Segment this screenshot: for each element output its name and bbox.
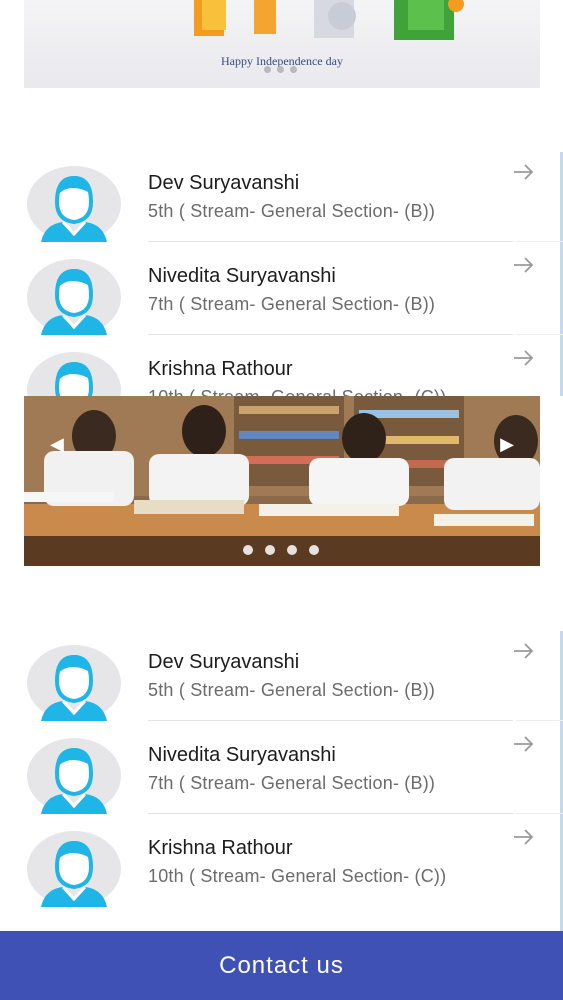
student-avatar-icon <box>27 738 121 814</box>
row-divider <box>516 813 563 814</box>
student-avatar-icon <box>27 166 121 242</box>
pager-dot[interactable] <box>287 545 297 555</box>
pager-dot[interactable] <box>309 545 319 555</box>
row-divider <box>148 813 513 814</box>
carousel-next-icon[interactable]: ▶ <box>500 434 514 455</box>
arrow-right-icon[interactable] <box>512 734 536 754</box>
student-list-second: Dev Suryavanshi 5th ( Stream- General Se… <box>0 631 563 931</box>
student-class-detail: 7th ( Stream- General Section- (B)) <box>148 294 436 314</box>
banner-pager[interactable] <box>264 66 297 73</box>
pager-dot[interactable] <box>277 66 284 73</box>
student-class-detail: 7th ( Stream- General Section- (B)) <box>148 773 436 793</box>
pager-dot[interactable] <box>243 545 253 555</box>
classroom-photo <box>24 396 540 566</box>
carousel-pager[interactable] <box>243 545 319 555</box>
student-name: Dev Suryavanshi <box>148 172 300 194</box>
student-name: Nivedita Suryavanshi <box>148 265 336 287</box>
row-divider <box>148 720 513 721</box>
student-name: Krishna Rathour <box>148 358 293 380</box>
row-divider <box>516 334 563 335</box>
india-logo-art <box>194 0 464 40</box>
student-list-first: Dev Suryavanshi 5th ( Stream- General Se… <box>0 152 563 431</box>
pager-dot[interactable] <box>265 545 275 555</box>
student-avatar-icon <box>27 831 121 907</box>
row-divider <box>148 334 513 335</box>
student-row[interactable]: Nivedita Suryavanshi 7th ( Stream- Gener… <box>0 245 563 338</box>
arrow-right-icon[interactable] <box>512 255 536 275</box>
student-avatar-icon <box>27 259 121 335</box>
contact-us-button[interactable]: Contact us <box>0 931 563 1000</box>
student-avatar-icon <box>27 645 121 721</box>
row-divider <box>148 241 513 242</box>
student-class-detail: 5th ( Stream- General Section- (B)) <box>148 201 436 221</box>
arrow-right-icon[interactable] <box>512 641 536 661</box>
classroom-photo-carousel[interactable]: ◀ ▶ <box>24 396 540 566</box>
student-row[interactable]: Nivedita Suryavanshi 7th ( Stream- Gener… <box>0 724 563 817</box>
contact-us-label: Contact us <box>219 951 344 979</box>
carousel-prev-icon[interactable]: ◀ <box>50 434 64 455</box>
student-row[interactable]: Dev Suryavanshi 5th ( Stream- General Se… <box>0 631 563 724</box>
student-row[interactable]: Dev Suryavanshi 5th ( Stream- General Se… <box>0 152 563 245</box>
top-banner[interactable]: Happy Independence day <box>24 0 540 88</box>
row-divider <box>516 241 563 242</box>
arrow-right-icon[interactable] <box>512 162 536 182</box>
student-row[interactable]: Krishna Rathour 10th ( Stream- General S… <box>0 817 563 927</box>
pager-dot[interactable] <box>290 66 297 73</box>
student-class-detail: 10th ( Stream- General Section- (C)) <box>148 866 447 886</box>
pager-dot[interactable] <box>264 66 271 73</box>
arrow-right-icon[interactable] <box>512 348 536 368</box>
student-name: Nivedita Suryavanshi <box>148 744 336 766</box>
arrow-right-icon[interactable] <box>512 827 536 847</box>
student-class-detail: 5th ( Stream- General Section- (B)) <box>148 680 436 700</box>
row-divider <box>516 720 563 721</box>
student-name: Krishna Rathour <box>148 837 293 859</box>
student-name: Dev Suryavanshi <box>148 651 300 673</box>
